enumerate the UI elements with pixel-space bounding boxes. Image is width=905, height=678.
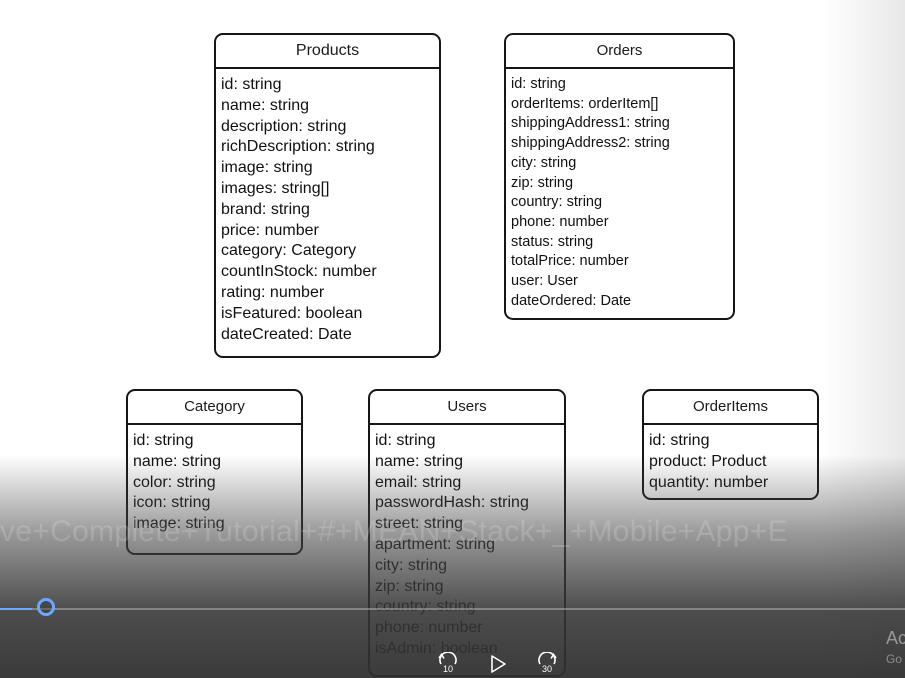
entity-field: id: string bbox=[649, 432, 710, 449]
entity-field: brand: string bbox=[221, 200, 310, 218]
entity-field: countInStock: number bbox=[221, 263, 377, 281]
play-icon bbox=[491, 655, 506, 673]
entity-field: status: string bbox=[511, 233, 594, 250]
entity-orderitems: OrderItems id: string product: Product qua… bbox=[642, 389, 819, 500]
entity-field: id: string bbox=[375, 432, 436, 449]
entity-field: apartment: string bbox=[375, 535, 496, 553]
entity-products: Products id: string name: string descripti… bbox=[214, 33, 441, 358]
entity-field: dateCreated: Date bbox=[221, 325, 352, 343]
video-frame: Products id: string name: string descripti… bbox=[0, 0, 905, 678]
entity-field: zip: string bbox=[511, 174, 574, 191]
entity-fields: id: string name: string color: string icon:… bbox=[128, 425, 301, 535]
progress-bar[interactable] bbox=[0, 608, 905, 610]
entity-field: city: string bbox=[375, 556, 448, 574]
seek-back-button[interactable]: 10 bbox=[436, 652, 460, 678]
entity-field: richDescription: string bbox=[221, 138, 375, 156]
entity-field: images: string[] bbox=[221, 179, 330, 197]
entity-field: name: string bbox=[133, 452, 222, 470]
entity-field: phone: number bbox=[375, 619, 483, 637]
play-button[interactable] bbox=[489, 654, 507, 674]
progress-fill bbox=[0, 608, 32, 610]
entity-field: price: number bbox=[221, 221, 319, 239]
entity-field: id: string bbox=[511, 76, 566, 92]
entity-field: orderItems: orderItem[] bbox=[511, 95, 659, 112]
entity-fields: id: string name: string description: strin… bbox=[216, 69, 439, 345]
seek-back-seconds: 10 bbox=[442, 664, 453, 674]
entity-field: user: User bbox=[511, 273, 578, 290]
entity-field: shippingAddress2: string bbox=[511, 135, 670, 152]
entity-field: city: string bbox=[511, 154, 577, 171]
entity-field: image: string bbox=[133, 515, 225, 533]
entity-field: name: string bbox=[375, 452, 464, 470]
entity-field: category: Category bbox=[221, 242, 357, 260]
entity-field: color: string bbox=[133, 473, 216, 491]
entity-field: id: string bbox=[221, 76, 282, 93]
entity-field: product: Product bbox=[649, 452, 767, 470]
entity-field: icon: string bbox=[133, 494, 211, 512]
entity-field: isFeatured: boolean bbox=[221, 304, 363, 322]
entity-field: street: string bbox=[375, 515, 464, 533]
entity-field: zip: string bbox=[375, 577, 444, 595]
entity-fields: id: string name: string email: string passw… bbox=[370, 425, 564, 660]
entity-title: OrderItems bbox=[644, 391, 817, 425]
entity-field: description: string bbox=[221, 117, 347, 135]
entity-field: dateOrdered: Date bbox=[511, 292, 632, 309]
entity-fields: id: string orderItems: orderItem[] shippin… bbox=[506, 69, 733, 311]
entity-title: Products bbox=[216, 35, 439, 69]
entity-field: totalPrice: number bbox=[511, 253, 629, 270]
entity-field: quantity: number bbox=[649, 473, 769, 491]
entity-field: rating: number bbox=[221, 283, 325, 301]
entity-field: passwordHash: string bbox=[375, 494, 529, 512]
seek-forward-button[interactable]: 30 bbox=[535, 652, 559, 678]
progress-scrubber-handle[interactable] bbox=[37, 598, 55, 616]
entity-title: Category bbox=[128, 391, 301, 425]
entity-fields: id: string product: Product quantity: numb… bbox=[644, 425, 817, 493]
entity-field: name: string bbox=[221, 96, 310, 114]
entity-orders: Orders id: string orderItems: orderItem[]… bbox=[504, 33, 735, 320]
seek-forward-seconds: 30 bbox=[541, 664, 552, 674]
entity-field: shippingAddress1: string bbox=[511, 115, 670, 132]
entity-title: Orders bbox=[506, 35, 733, 69]
entity-category: Category id: string name: string color: st… bbox=[126, 389, 303, 555]
entity-title: Users bbox=[370, 391, 564, 425]
entity-field: phone: number bbox=[511, 213, 609, 230]
corner-overlay-subtext: Go bbox=[886, 652, 903, 666]
entity-users: Users id: string name: string email: strin… bbox=[368, 389, 566, 677]
entity-field: image: string bbox=[221, 159, 313, 177]
entity-field: id: string bbox=[133, 432, 194, 449]
frame-edge-shadow bbox=[820, 0, 905, 678]
entity-field: email: string bbox=[375, 473, 462, 491]
entity-field: country: string bbox=[511, 194, 603, 211]
corner-overlay-text: Ac bbox=[886, 628, 905, 648]
